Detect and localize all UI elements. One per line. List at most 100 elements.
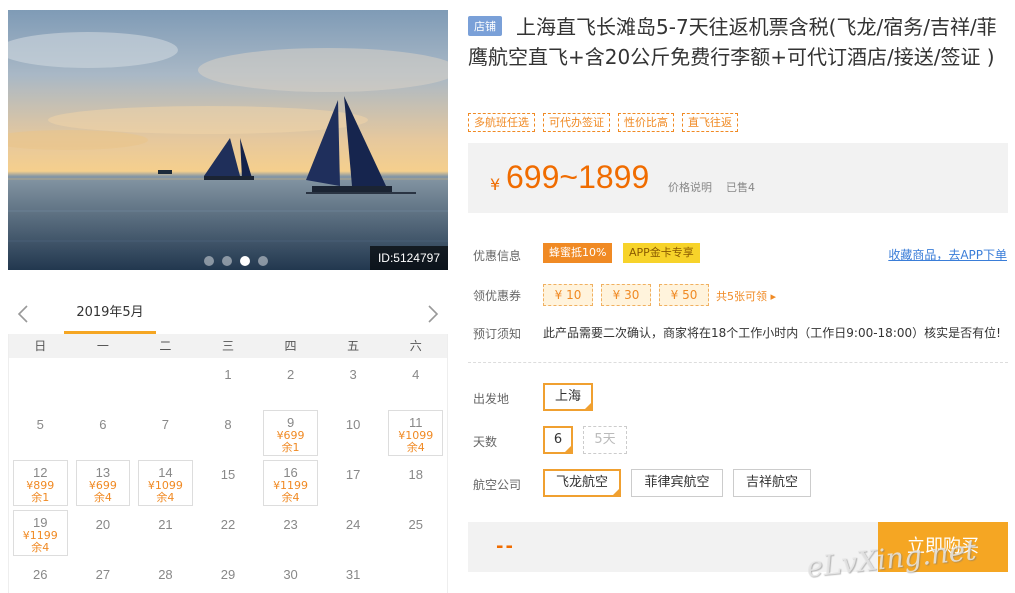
calendar-day: 27 — [72, 558, 135, 593]
carousel-dot[interactable] — [204, 256, 214, 266]
product-photo[interactable]: ID:5124797 — [8, 10, 448, 270]
sailboat-scene — [8, 10, 448, 270]
product-tag: 性价比高 — [618, 113, 674, 132]
calendar-empty-cell — [134, 358, 197, 408]
calendar-day-remaining: 余4 — [156, 491, 175, 504]
days-option-6[interactable]: 6 — [543, 426, 573, 454]
calendar-day-available[interactable]: 14 ¥1099 余4 — [138, 460, 193, 506]
calendar-day-remaining: 余4 — [281, 491, 300, 504]
calendar-day-number: 29 — [220, 567, 236, 582]
chevron-right-icon[interactable] — [426, 304, 440, 324]
carousel-dot[interactable] — [258, 256, 268, 266]
price-note-link[interactable]: 价格说明 — [668, 179, 712, 195]
airline-option-philippine[interactable]: 菲律宾航空 — [631, 469, 723, 497]
calendar-day-number: 4 — [412, 367, 420, 382]
store-badge[interactable]: 店铺 — [468, 16, 502, 36]
airline-label: 航空公司 — [473, 478, 522, 492]
weekday-header: 三 — [221, 339, 234, 353]
notice-label: 预订须知 — [473, 327, 522, 341]
carousel-dot[interactable] — [222, 256, 232, 266]
currency-symbol: ¥ — [490, 175, 501, 194]
calendar-day-available[interactable]: 12 ¥899 余1 — [13, 460, 68, 506]
calendar-day-number: 23 — [283, 517, 298, 532]
days-label: 天数 — [473, 435, 498, 449]
favorite-link[interactable]: 收藏商品，去APP下单 — [888, 246, 1007, 263]
calendar-day: 28 — [134, 558, 197, 593]
coupon-10[interactable]: ¥ 10 — [543, 284, 593, 306]
calendar-weekday-header: 日一二三四五六 — [9, 334, 447, 358]
calendar-day-number: 2 — [286, 367, 295, 382]
calendar-day: 8 — [197, 408, 260, 458]
promo-label: 优惠信息 — [473, 249, 522, 263]
calendar-day-number: 11 — [408, 415, 423, 430]
calendar-day: 22 — [197, 508, 260, 558]
calendar-day-available[interactable]: 11 ¥1099 余4 — [388, 410, 443, 456]
total-price-placeholder: -- — [496, 536, 515, 557]
weekday-header: 四 — [284, 339, 297, 353]
product-tags: 多航班任选 可代办签证 性价比高 直飞往返 — [468, 113, 738, 132]
calendar-day-number: 18 — [408, 467, 423, 482]
price-box: ¥ 699~1899 价格说明 已售4 — [468, 143, 1008, 213]
coupon-30[interactable]: ¥ 30 — [601, 284, 651, 306]
calendar-day-available[interactable]: 19 ¥1199 余4 — [13, 510, 68, 556]
month-tab[interactable]: 2019年5月 — [64, 304, 156, 334]
calendar-day-remaining: 余4 — [406, 441, 425, 454]
calendar-day: 10 — [322, 408, 385, 458]
calendar-empty-cell — [72, 358, 135, 408]
carousel-dots — [204, 256, 268, 266]
calendar-day-number: 27 — [95, 567, 111, 582]
calendar-day-number: 20 — [95, 517, 111, 532]
promo-tag-app: APP金卡专享 — [623, 243, 700, 263]
product-tag: 直飞往返 — [682, 113, 738, 132]
calendar-day-number: 24 — [345, 517, 361, 532]
calendar-day-remaining: 余1 — [281, 441, 300, 454]
calendar-nav: 2019年5月 — [8, 298, 448, 334]
calendar-empty-cell — [9, 358, 72, 408]
calendar-day: 6 — [72, 408, 135, 458]
calendar-day-number: 31 — [345, 567, 361, 582]
calendar-day-available[interactable]: 13 ¥699 余4 — [75, 460, 131, 506]
calendar-empty-cell — [384, 558, 447, 593]
airline-option-juneyao[interactable]: 吉祥航空 — [733, 469, 811, 497]
calendar-days: 1 2 3 4 5 6 7 8 9 ¥699 余1 10 11 ¥1099 余4 12 ¥899 余1 13 ¥699… — [9, 358, 447, 593]
calendar-day-available[interactable]: 9 ¥699 余1 — [263, 410, 318, 456]
calendar-day: 7 — [134, 408, 197, 458]
photo-id-badge: ID:5124797 — [369, 246, 448, 270]
calendar-day-number: 21 — [158, 517, 173, 532]
calendar-day: 17 — [322, 458, 385, 508]
price-range: 699~1899 — [506, 159, 650, 195]
calendar-day-number: 8 — [224, 417, 232, 432]
calendar-day-number: 15 — [220, 467, 236, 482]
calendar-day: 25 — [384, 508, 447, 558]
calendar-day: 29 — [197, 558, 260, 593]
calendar-day: 2 — [259, 358, 322, 408]
calendar-day: 18 — [384, 458, 447, 508]
calendar-day-number: 14 — [158, 465, 173, 480]
calendar-day-number: 7 — [161, 417, 170, 432]
coupon-50[interactable]: ¥ 50 — [659, 284, 709, 306]
calendar-day: 21 — [134, 508, 197, 558]
calendar-day-number: 13 — [95, 465, 111, 480]
departure-option-shanghai[interactable]: 上海 — [543, 383, 593, 411]
buy-now-button[interactable]: 立即购买 — [878, 522, 1008, 572]
calendar-day-remaining: 余4 — [31, 541, 50, 554]
airline-option-feilong[interactable]: 飞龙航空 — [543, 469, 621, 497]
sold-count: 已售4 — [726, 181, 755, 194]
departure-label: 出发地 — [473, 392, 510, 406]
weekday-header: 二 — [159, 339, 172, 353]
calendar-day: 23 — [259, 508, 322, 558]
calendar-day-number: 5 — [36, 417, 44, 432]
calendar-day-number: 26 — [33, 567, 48, 582]
calendar-day: 30 — [259, 558, 322, 593]
calendar-day: 5 — [9, 408, 72, 458]
calendar-day-number: 6 — [99, 417, 107, 432]
divider — [468, 362, 1008, 363]
calendar-day-available[interactable]: 16 ¥1199 余4 — [263, 460, 318, 506]
calendar-day-remaining: 余1 — [31, 491, 50, 504]
calendar-day-number: 19 — [33, 515, 48, 530]
weekday-header: 一 — [96, 339, 109, 353]
calendar-day: 4 — [384, 358, 447, 408]
chevron-left-icon[interactable] — [16, 304, 30, 324]
coupon-more-link[interactable]: 共5张可领 ▸ — [716, 288, 776, 304]
carousel-dot-active[interactable] — [240, 256, 250, 266]
